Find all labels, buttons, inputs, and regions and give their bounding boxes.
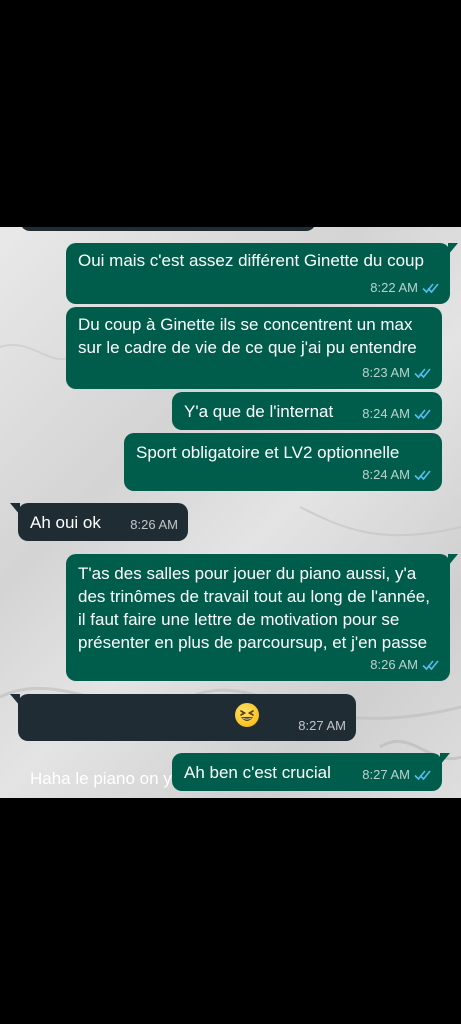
read-double-check-icon bbox=[414, 408, 431, 419]
message-bubble-incoming[interactable]: Haha le piano on y revient 8:27 AM bbox=[10, 694, 356, 788]
message-bubble-outgoing[interactable]: Y'a que de l'internat 8:24 AM bbox=[172, 392, 442, 430]
message-text: Oui mais c'est assez différent Ginette d… bbox=[78, 251, 424, 270]
message-time: 8:27 AM bbox=[362, 767, 410, 782]
message-meta: 8:27 AM bbox=[362, 763, 432, 786]
message-time: 8:26 AM bbox=[370, 657, 418, 672]
message-bubble-outgoing[interactable]: Oui mais c'est assez différent Ginette d… bbox=[66, 243, 458, 304]
message-time: 8:24 AM bbox=[362, 406, 410, 421]
message-bubble-incoming[interactable]: Ah oui ok 8:26 AM bbox=[10, 503, 188, 541]
read-double-check-icon bbox=[414, 769, 431, 780]
message-bubble-outgoing[interactable]: Du coup à Ginette ils se concentrent un … bbox=[66, 307, 442, 389]
message-meta: 8:24 AM bbox=[362, 402, 432, 425]
message-time: 8:26 AM bbox=[130, 517, 178, 532]
top-black-bar bbox=[0, 0, 461, 227]
grinning-squinting-face-icon bbox=[235, 703, 260, 727]
message-bubble-outgoing[interactable]: Ah ben c'est crucial 8:27 AM bbox=[172, 753, 450, 791]
message-meta: 8:26 AM bbox=[130, 513, 178, 536]
message-meta: 8:27 AM bbox=[298, 714, 346, 737]
message-meta: 8:26 AM bbox=[370, 653, 440, 676]
message-time: 8:24 AM bbox=[362, 467, 410, 482]
message-time: 8:27 AM bbox=[298, 718, 346, 733]
chat-conversation[interactable]: Oui mais c'est assez différent Ginette d… bbox=[0, 227, 461, 798]
message-text: T'as des salles pour jouer du piano auss… bbox=[78, 564, 435, 652]
message-text: Sport obligatoire et LV2 optionnelle bbox=[136, 443, 400, 462]
read-double-check-icon bbox=[414, 469, 431, 480]
message-time: 8:23 AM bbox=[362, 365, 410, 380]
message-meta: 8:22 AM bbox=[370, 276, 440, 299]
message-bubble-outgoing[interactable]: Sport obligatoire et LV2 optionnelle 8:2… bbox=[124, 433, 442, 491]
previous-message-bubble-partial bbox=[20, 227, 316, 231]
read-double-check-icon bbox=[414, 367, 431, 378]
read-double-check-icon bbox=[422, 659, 439, 670]
message-meta: 8:24 AM bbox=[362, 463, 432, 486]
message-time: 8:22 AM bbox=[370, 280, 418, 295]
message-text: Du coup à Ginette ils se concentrent un … bbox=[78, 315, 418, 357]
bottom-black-bar bbox=[0, 798, 461, 1024]
read-double-check-icon bbox=[422, 282, 439, 293]
message-meta: 8:23 AM bbox=[362, 361, 432, 384]
message-bubble-outgoing[interactable]: T'as des salles pour jouer du piano auss… bbox=[66, 554, 458, 681]
